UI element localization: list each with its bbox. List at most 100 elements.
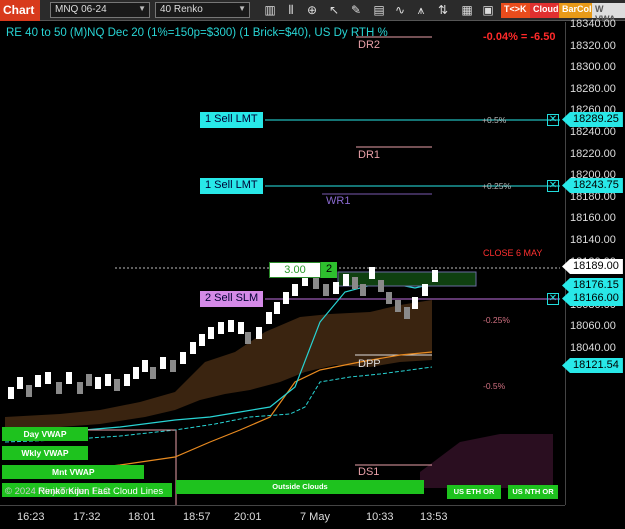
renko-brick	[266, 312, 272, 324]
pct-plus-quarter: +0.25%	[482, 181, 512, 191]
renko-brick	[412, 297, 418, 309]
trade-icon[interactable]: ⇅	[436, 3, 450, 17]
price-axis[interactable]: 18340.00 18320.00 18300.00 18280.00 18260.00…	[562, 18, 625, 505]
dr2-label: DR2	[358, 39, 381, 51]
bars-icon[interactable]: ▥	[263, 3, 277, 17]
outside-clouds-box: Outside Clouds	[176, 480, 424, 494]
renko-brick	[142, 360, 148, 372]
renko-brick	[190, 342, 196, 354]
price-tag: 18166.00	[562, 291, 623, 306]
cancel-order-icon[interactable]: ✕	[547, 114, 559, 126]
time-tick-label: 17:32	[73, 511, 101, 523]
panel-icon[interactable]: ▣	[481, 3, 495, 17]
renko-brick	[292, 284, 298, 296]
renko-brick	[86, 374, 92, 386]
position-qty[interactable]: 3.00	[269, 262, 321, 278]
renko-brick	[45, 372, 51, 384]
position-box	[337, 271, 477, 287]
monthly-vwap-box: Mnt VWAP	[2, 465, 144, 479]
indicators-icon[interactable]: ∿	[393, 3, 407, 17]
strategies-icon[interactable]: ⩚	[414, 3, 428, 17]
renko-brick	[124, 374, 130, 386]
renko-brick	[432, 270, 438, 282]
price-tick-label: 18160.00	[570, 212, 616, 225]
renko-brick	[283, 292, 289, 304]
renko-brick	[360, 284, 366, 296]
dpp-label: DPP	[358, 358, 381, 370]
drawing-tool-icon[interactable]: ✎	[349, 3, 363, 17]
vwva-button[interactable]: W VWA	[592, 3, 625, 24]
candle-icon[interactable]: ⫴	[284, 3, 298, 17]
cancel-order-icon[interactable]: ✕	[547, 293, 559, 305]
renko-brick	[422, 284, 428, 296]
weekly-vwap-box: Wkly VWAP	[2, 446, 88, 460]
price-tag: 18243.75	[562, 178, 623, 193]
renko-brick	[256, 327, 262, 339]
us-nth-or-box: US NTH OR	[508, 485, 558, 499]
pct-plus-half: +0.5%	[482, 115, 507, 125]
renko-brick	[17, 377, 23, 389]
renko-brick	[386, 292, 392, 304]
us-eth-or-box: US ETH OR	[447, 485, 501, 499]
renko-brick	[404, 307, 410, 319]
pointer-icon[interactable]: ↖	[327, 3, 341, 17]
renko-brick	[313, 277, 319, 289]
time-axis[interactable]: 16:23 17:32 18:01 18:57 20:01 7 May 10:33 13:53	[0, 505, 565, 529]
time-tick-label: 10:33	[366, 511, 394, 523]
renko-brick	[56, 382, 62, 394]
price-tick-label: 18220.00	[570, 147, 616, 160]
renko-brick	[274, 302, 280, 314]
renko-brick	[323, 284, 329, 296]
price-tick-label: 18060.00	[570, 320, 616, 333]
cancel-order-icon[interactable]: ✕	[547, 180, 559, 192]
renko-brick	[160, 357, 166, 369]
position-count[interactable]: 2	[321, 262, 337, 278]
sell-slm-tag[interactable]: 2 Sell SLM	[200, 291, 264, 307]
pct-minus-quarter: -0.25%	[483, 315, 510, 325]
dr1-label: DR1	[358, 149, 381, 161]
cloud-button[interactable]: Cloud	[530, 3, 562, 18]
renko-brick	[26, 385, 32, 397]
bar-type-selector[interactable]: 40 Renko ▼	[155, 2, 250, 18]
chevron-down-icon: ▼	[238, 4, 246, 13]
price-tick-label: 18320.00	[570, 39, 616, 52]
price-tick-label: 18140.00	[570, 234, 616, 246]
instrument-selector[interactable]: MNQ 06-24 ▼	[50, 2, 150, 18]
wr1-label: WR1	[326, 195, 351, 207]
barcol-button[interactable]: BarCol	[559, 3, 595, 18]
sell-lmt-tag-2[interactable]: 1 Sell LMT	[200, 178, 263, 194]
renko-brick	[105, 374, 111, 386]
renko-brick	[238, 322, 244, 334]
tck-button[interactable]: T<>K	[501, 3, 530, 18]
chart-tab[interactable]: Chart	[0, 0, 40, 21]
renko-brick	[218, 322, 224, 334]
time-tick-label: 18:01	[128, 511, 156, 523]
chart-title: RE 40 to 50 (M)NQ Dec 20 (1%=150p=$300) …	[6, 27, 388, 39]
renko-brick	[228, 320, 234, 332]
instrument-value: MNQ 06-24	[55, 4, 107, 15]
renko-brick	[150, 367, 156, 379]
properties-icon[interactable]: ▤	[372, 3, 386, 17]
renko-brick	[170, 360, 176, 372]
renko-brick	[395, 300, 401, 312]
renko-brick	[77, 382, 83, 394]
ds1-label: DS1	[358, 466, 380, 478]
chart-trader-icon[interactable]: ▦	[460, 3, 474, 17]
time-tick-label: 7 May	[300, 511, 330, 523]
renko-brick	[8, 387, 14, 399]
time-tick-label: 20:01	[234, 511, 262, 523]
renko-brick	[35, 375, 41, 387]
chart-plot-area[interactable]: RE 40 to 50 (M)NQ Dec 20 (1%=150p=$300) …	[0, 22, 565, 505]
chart-toolbar: Chart MNQ 06-24 ▼ 40 Renko ▼ ▥ ⫴ ⊕ ↖ ✎ ▤…	[0, 0, 625, 24]
renko-brick	[378, 280, 384, 292]
pct-minus-half: -0.5%	[483, 381, 506, 391]
renko-brick	[245, 332, 251, 344]
renko-brick	[369, 267, 375, 279]
price-tick-label: 18300.00	[570, 61, 616, 74]
time-tick-label: 16:23	[17, 511, 45, 523]
close-label: CLOSE 6 MAY	[483, 248, 543, 258]
price-tick-label: 18340.00	[570, 18, 616, 30]
zoom-icon[interactable]: ⊕	[305, 3, 319, 17]
cloud-lines-label: Renko Kijun Fast Cloud Lines	[38, 486, 164, 497]
sell-lmt-tag-1[interactable]: 1 Sell LMT	[200, 112, 263, 128]
